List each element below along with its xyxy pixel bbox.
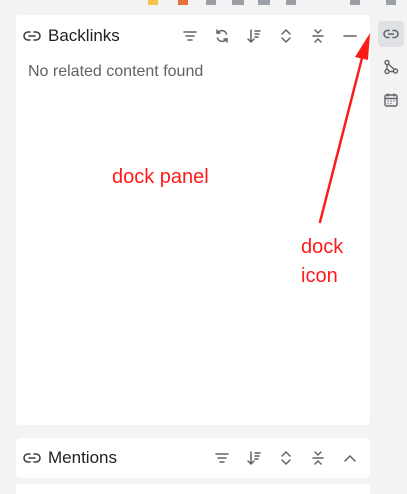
backlinks-panel: Backlinks No related content found (16, 15, 370, 425)
next-panel-fragment (16, 484, 370, 494)
editor-edge (0, 8, 16, 494)
mentions-title: Mentions (48, 448, 117, 467)
toolbar-icon-fragment (178, 0, 188, 5)
refresh-icon (216, 29, 228, 43)
empty-state-text: No related content found (28, 63, 204, 80)
chevron-up-icon (344, 454, 356, 462)
calendar-icon (384, 93, 398, 107)
dock-item-graph[interactable] (378, 54, 404, 80)
expand-icon (281, 450, 291, 466)
toolbar-icon-fragment (286, 0, 296, 5)
sort-icon (215, 453, 229, 463)
mentions-header: Mentions (16, 438, 370, 478)
sort-button[interactable] (210, 446, 234, 470)
collapse-button[interactable] (306, 446, 330, 470)
sort-desc-icon (247, 29, 261, 44)
collapse-icon (312, 29, 324, 43)
link-icon (23, 453, 41, 463)
graph-icon (384, 59, 399, 75)
collapse-icon (312, 451, 324, 465)
expand-icon (281, 28, 291, 44)
link-icon (23, 31, 41, 41)
toolbar-icon-fragment (148, 0, 158, 5)
toolbar-icon-fragment (206, 0, 216, 5)
expand-button[interactable] (274, 446, 298, 470)
dock-panel-annotation: dock panel (112, 166, 209, 188)
dock-icon-annotation-line2: icon (301, 265, 338, 287)
expand-button[interactable] (274, 24, 298, 48)
sort-desc-icon (247, 451, 261, 466)
refresh-button[interactable] (210, 24, 234, 48)
sort-icon (183, 31, 197, 41)
sort-desc-button[interactable] (242, 446, 266, 470)
link-icon (383, 29, 399, 39)
expand-panel-button[interactable] (338, 446, 362, 470)
top-toolbar-fragment (0, 0, 407, 8)
toolbar-icon-fragment (386, 0, 396, 5)
sort-button[interactable] (178, 24, 202, 48)
backlinks-title: Backlinks (48, 26, 120, 45)
dock-icon-annotation-line1: dock (301, 236, 344, 258)
dock-item-calendar[interactable] (378, 87, 404, 113)
backlinks-header: Backlinks (16, 15, 370, 57)
toolbar-icon-fragment (232, 0, 244, 5)
toolbar-icon-fragment (350, 0, 360, 5)
right-dock-bar (374, 8, 407, 494)
dock-item-backlinks[interactable] (378, 21, 404, 47)
sort-desc-button[interactable] (242, 24, 266, 48)
collapse-button[interactable] (306, 24, 330, 48)
toolbar-icon-fragment (258, 0, 270, 5)
mentions-panel: Mentions (16, 438, 370, 478)
minimize-icon (343, 35, 357, 37)
minimize-button[interactable] (338, 24, 362, 48)
